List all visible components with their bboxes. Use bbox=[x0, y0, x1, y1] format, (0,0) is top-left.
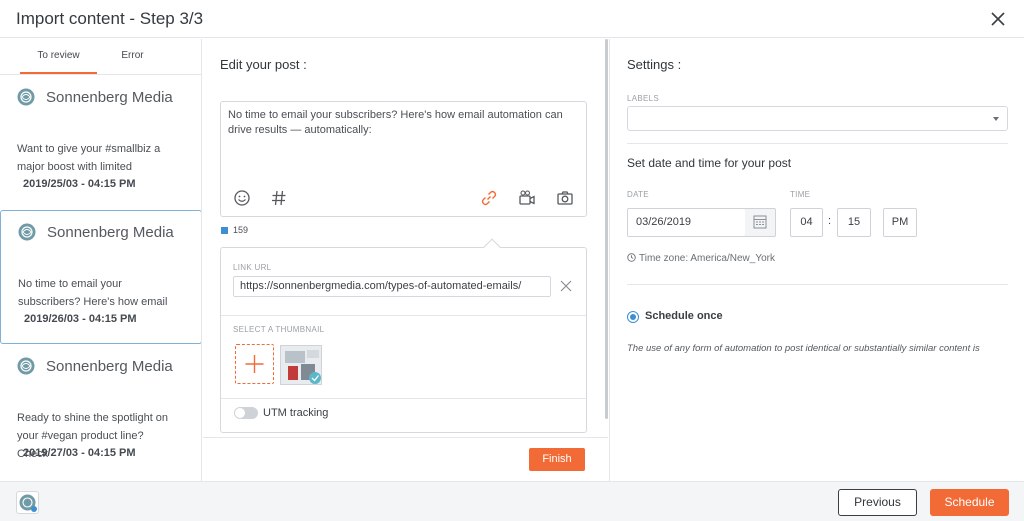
editor-footer: Finish bbox=[203, 437, 608, 481]
post-author: Sonnenberg Media bbox=[46, 358, 173, 375]
divider bbox=[221, 315, 586, 316]
tab-error[interactable]: Error bbox=[110, 39, 155, 74]
post-author: Sonnenberg Media bbox=[46, 89, 173, 106]
divider bbox=[627, 284, 1008, 285]
thumbnail-label: SELECT A THUMBNAIL bbox=[233, 325, 325, 334]
calendar-button[interactable] bbox=[745, 208, 776, 237]
post-card-selected[interactable]: Sonnenberg Media No time to email your s… bbox=[0, 210, 201, 344]
modal-footer: Previous Schedule bbox=[0, 481, 1024, 521]
post-date: 2019/26/03 - 04:15 PM bbox=[24, 313, 137, 325]
plus-icon bbox=[245, 355, 264, 373]
divider bbox=[221, 398, 586, 399]
post-date: 2019/25/03 - 04:15 PM bbox=[23, 178, 136, 190]
post-editor-panel: Edit your post : No time to email your s… bbox=[203, 39, 608, 481]
timezone-text: Time zone: America/New_York bbox=[639, 253, 775, 264]
brand-avatar-icon bbox=[17, 88, 35, 106]
post-text-input[interactable]: No time to email your subscribers? Here'… bbox=[228, 108, 578, 138]
hashtag-icon[interactable] bbox=[269, 188, 289, 208]
post-list-panel: To review Error Sonnenberg Media Want to… bbox=[0, 39, 202, 481]
brand-avatar-icon bbox=[18, 223, 36, 241]
utm-label: UTM tracking bbox=[263, 407, 329, 419]
labels-select[interactable] bbox=[627, 106, 1008, 131]
labels-label: LABELS bbox=[627, 94, 660, 103]
editor-scrollbar[interactable] bbox=[605, 39, 608, 419]
close-icon[interactable] bbox=[988, 9, 1008, 29]
account-avatar[interactable] bbox=[16, 491, 39, 514]
link-icon[interactable] bbox=[479, 188, 499, 208]
previous-button[interactable]: Previous bbox=[838, 489, 917, 516]
thumbnail-preview-icon bbox=[281, 346, 321, 384]
modal-header: Import content - Step 3/3 bbox=[0, 0, 1024, 38]
link-url-input[interactable]: https://sonnenbergmedia.com/types-of-aut… bbox=[233, 276, 551, 297]
character-counter: 159 bbox=[221, 225, 248, 235]
add-thumbnail-button[interactable] bbox=[235, 344, 274, 384]
camera-icon[interactable] bbox=[555, 188, 575, 208]
time-separator: : bbox=[828, 215, 832, 227]
panel-caret bbox=[483, 238, 501, 256]
ampm-input[interactable]: PM bbox=[883, 208, 917, 237]
post-card[interactable]: Sonnenberg Media Ready to shine the spot… bbox=[0, 345, 201, 479]
minute-input[interactable]: 15 bbox=[837, 208, 871, 237]
modal-title: Import content - Step 3/3 bbox=[16, 9, 204, 28]
link-url-label: LINK URL bbox=[233, 263, 272, 272]
brand-avatar-icon bbox=[17, 357, 35, 375]
timezone: Time zone: America/New_York bbox=[627, 253, 775, 264]
emoji-icon[interactable] bbox=[232, 188, 252, 208]
calendar-icon bbox=[753, 215, 767, 229]
schedule-once-radio[interactable] bbox=[627, 311, 639, 323]
clear-link-icon[interactable] bbox=[559, 279, 573, 293]
character-count: 159 bbox=[233, 225, 249, 235]
schedule-once-label: Schedule once bbox=[645, 310, 723, 322]
post-author: Sonnenberg Media bbox=[47, 224, 174, 241]
brand-logo-icon bbox=[19, 494, 37, 512]
time-label: TIME bbox=[790, 190, 811, 199]
divider bbox=[627, 143, 1008, 144]
date-input[interactable]: 03/26/2019 bbox=[627, 208, 746, 237]
review-tabs: To review Error bbox=[0, 39, 201, 75]
video-icon[interactable] bbox=[517, 188, 537, 208]
date-label: DATE bbox=[627, 190, 649, 199]
hour-input[interactable]: 04 bbox=[790, 208, 823, 237]
chevron-down-icon bbox=[993, 117, 999, 121]
settings-title: Settings : bbox=[627, 57, 682, 72]
post-text: Want to give your #smallbiz a major boos… bbox=[17, 143, 161, 173]
automation-note: The use of any form of automation to pos… bbox=[627, 343, 980, 354]
clock-icon bbox=[627, 253, 636, 262]
post-editor[interactable]: No time to email your subscribers? Here'… bbox=[220, 101, 587, 217]
post-card[interactable]: Sonnenberg Media Want to give your #smal… bbox=[0, 76, 201, 210]
link-preview-panel: LINK URL https://sonnenbergmedia.com/typ… bbox=[220, 238, 587, 433]
network-badge-icon bbox=[221, 227, 228, 235]
editor-title: Edit your post : bbox=[220, 57, 307, 72]
post-date: 2019/27/03 - 04:15 PM bbox=[23, 447, 136, 459]
finish-button[interactable]: Finish bbox=[529, 448, 585, 471]
thumbnail-image[interactable] bbox=[280, 345, 322, 385]
datetime-title: Set date and time for your post bbox=[627, 156, 792, 170]
tab-to-review[interactable]: To review bbox=[20, 39, 97, 74]
settings-panel: Settings : LABELS Set date and time for … bbox=[609, 39, 1024, 481]
post-text: No time to email your subscribers? Here'… bbox=[18, 278, 168, 308]
utm-toggle[interactable] bbox=[234, 407, 258, 419]
schedule-button[interactable]: Schedule bbox=[930, 489, 1009, 516]
